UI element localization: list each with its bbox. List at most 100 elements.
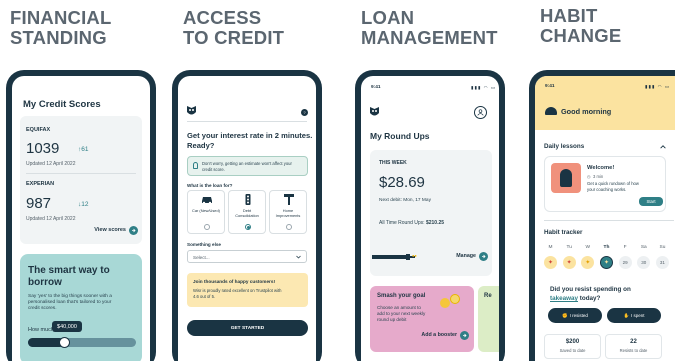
next-debit: Next debit: Mon, 17 May <box>379 198 431 203</box>
amount-slider[interactable] <box>28 337 136 348</box>
chevron-up-icon[interactable] <box>660 145 666 149</box>
clock-icon: ◷ <box>587 174 591 179</box>
select-placeholder: Select... <box>193 254 210 260</box>
future-day[interactable]: 31 <box>655 256 669 269</box>
slider-handle[interactable] <box>58 337 70 348</box>
week-tracker: M Tu W Th F Sa Su ✦ ✦ ✦ ✦ 29 30 31 <box>544 245 669 275</box>
coin-icon <box>450 294 460 304</box>
info-notice: Don't worry, getting an estimate won't a… <box>187 156 308 176</box>
arrow-right-icon <box>479 251 488 261</box>
heading-line: TO CREDIT <box>183 27 285 48</box>
add-booster-label: Add a booster <box>421 332 457 338</box>
scores-card: EQUIFAX 1039 ↑61 Updated 12 April 2022 E… <box>20 116 142 244</box>
page-title: My Credit Scores <box>23 99 101 110</box>
phone-habit-change: 9:41 ▮▮▮ ◠ ▭ Good morning Daily lessons … <box>529 70 675 361</box>
loan-purpose-options: Car (New/Used) Debt Consolidation Home I… <box>187 190 307 234</box>
day-resisted-icon[interactable]: ✦ <box>581 256 595 269</box>
hammer-icon <box>284 194 294 205</box>
day-label: F <box>623 245 627 250</box>
next-card-peek[interactable]: Re <box>478 286 499 352</box>
person-icon <box>560 169 572 187</box>
greeting-text: Good morning <box>561 107 612 116</box>
experian-updated: Updated 12 April 2022 <box>26 216 76 222</box>
status-icons: ▮▮▮ ◠ ▭ <box>645 84 671 89</box>
loan-purpose-question: What is the loan for? <box>187 183 233 188</box>
page-title: Get your interest rate in 2 minutes. <box>187 131 313 140</box>
habit-highlight: takeaway <box>550 295 579 302</box>
lesson-body: your coaching works. <box>587 187 627 192</box>
lesson-title: Welcome! <box>587 165 615 171</box>
phone-round-ups: 9:41 ▮▮▮ ◠ ▭ My Round Ups THIS WEEK $28.… <box>355 70 505 361</box>
banner-body: 4.6 out of 5. <box>193 294 216 299</box>
owl-logo-icon <box>370 107 379 117</box>
day-resisted-icon[interactable]: ✦ <box>544 256 557 269</box>
all-time-label: All Time Round Ups: $210.25 <box>379 220 444 226</box>
future-day[interactable]: 30 <box>637 256 651 269</box>
page-title: My Round Ups <box>370 131 430 141</box>
notice-text: credit score. <box>202 167 225 172</box>
all-time-text: All Time Round Ups: <box>379 220 425 226</box>
phone-screen: My Credit Scores EQUIFAX 1039 ↑61 Update… <box>12 76 150 361</box>
radio-button[interactable] <box>204 224 210 230</box>
day-resisted-icon[interactable]: ✦ <box>562 256 576 269</box>
heading-loan-management: LOAN MANAGEMENT <box>361 8 498 48</box>
option-home-improvements[interactable]: Home Improvements <box>269 190 307 234</box>
lesson-body: Get a quick rundown of how <box>587 181 639 186</box>
help-icon[interactable]: ? <box>301 109 308 116</box>
week-label: THIS WEEK <box>379 160 407 166</box>
heading-line: ACCESS <box>183 7 262 28</box>
arrow-right-icon <box>129 225 138 235</box>
lesson-card: Welcome! ◷ 3 min Get a quick rundown of … <box>544 156 666 212</box>
day-label: Th <box>603 245 610 250</box>
smash-body: add to your next weekly <box>377 311 426 316</box>
phone-screen: 9:41 ▮▮▮ ◠ ▭ Good morning Daily lessons … <box>535 76 675 361</box>
i-spent-button[interactable]: ✋ I spent <box>607 308 661 323</box>
profile-icon[interactable] <box>474 106 487 119</box>
sparkle-icon: ●● <box>412 253 417 258</box>
add-booster-button[interactable]: Add a booster <box>421 330 469 340</box>
radio-button-selected[interactable] <box>245 224 251 230</box>
owl-logo-icon <box>187 106 196 116</box>
day-status-row: ✦ ✦ ✦ ✦ 29 30 31 <box>544 256 669 269</box>
heading-line: HABIT <box>540 5 598 26</box>
future-day[interactable]: 29 <box>618 256 632 269</box>
lightbulb-icon <box>193 162 198 169</box>
heading-access-to-credit: ACCESS TO CREDIT <box>183 8 284 48</box>
day-label: Su <box>659 245 666 250</box>
experian-score: 987 <box>26 195 52 212</box>
status-icons: ▮▮▮ ◠ ▭ <box>471 85 497 90</box>
phone-access-credit: ? Get your interest rate in 2 minutes. R… <box>172 70 322 361</box>
smash-goal-card: Smash your goal Choose an amount to add … <box>370 286 474 352</box>
showcase: FINANCIAL STANDING ACCESS TO CREDIT LOAN… <box>0 0 675 361</box>
manage-link[interactable]: Manage <box>456 251 488 261</box>
start-button[interactable]: Start <box>639 197 663 206</box>
option-debt-consolidation[interactable]: Debt Consolidation <box>228 190 266 234</box>
equifax-label: EQUIFAX <box>26 127 51 133</box>
phone-credit-scores: My Credit Scores EQUIFAX 1039 ↑61 Update… <box>6 70 156 361</box>
daily-lessons-title: Daily lessons <box>544 143 585 150</box>
view-scores-link[interactable]: View scores <box>94 225 138 235</box>
heading-line: STANDING <box>10 27 107 48</box>
promo-title: borrow <box>28 277 62 288</box>
traffic-light-icon <box>245 194 251 205</box>
radio-button[interactable] <box>286 224 292 230</box>
lesson-illustration <box>551 163 581 193</box>
day-label: Sa <box>640 245 647 250</box>
banner-title: Join thousands of happy customers! <box>193 279 276 284</box>
option-car[interactable]: Car (New/Used) <box>187 190 225 234</box>
experian-change: ↓12 <box>78 201 89 208</box>
purpose-select[interactable]: Select... <box>187 250 307 263</box>
trustpilot-banner: Join thousands of happy customers! Wisr … <box>187 273 308 307</box>
phone-screen: 9:41 ▮▮▮ ◠ ▭ My Round Ups THIS WEEK $28.… <box>361 76 499 361</box>
equifax-updated: Updated 12 April 2022 <box>26 161 76 167</box>
wallet-icon: ✋ <box>623 312 630 318</box>
sun-icon <box>545 107 557 115</box>
i-resisted-button[interactable]: ✊ I resisted <box>548 308 602 323</box>
round-ups-card: THIS WEEK $28.69 Next debit: Mon, 17 May… <box>370 150 492 276</box>
get-started-button[interactable]: GET STARTED <box>187 320 308 336</box>
divider <box>544 220 674 221</box>
day-label: M <box>548 245 553 250</box>
today-marker-icon[interactable]: ✦ <box>599 256 613 269</box>
manage-label: Manage <box>456 253 476 259</box>
equifax-change: ↑61 <box>78 146 89 153</box>
